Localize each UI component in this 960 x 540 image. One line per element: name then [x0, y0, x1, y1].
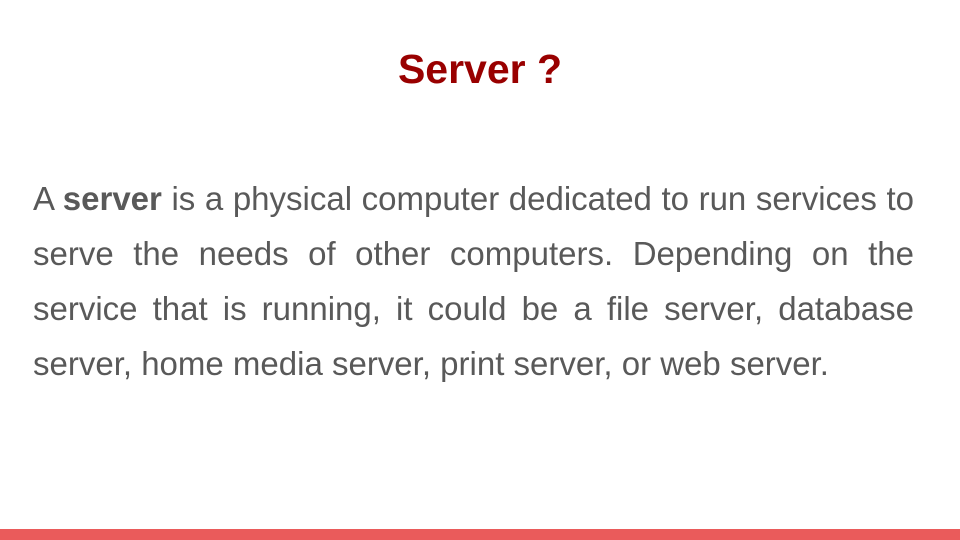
bottom-accent-bar [0, 529, 960, 540]
body-rest-text: is a physical computer dedicated to run … [33, 180, 914, 382]
body-bold-term: server [62, 180, 162, 217]
slide: Server ? A server is a physical computer… [0, 0, 960, 540]
body-lead-text: A [33, 180, 63, 217]
slide-body-paragraph: A server is a physical computer dedicate… [33, 171, 914, 391]
slide-title: Server ? [397, 46, 563, 92]
